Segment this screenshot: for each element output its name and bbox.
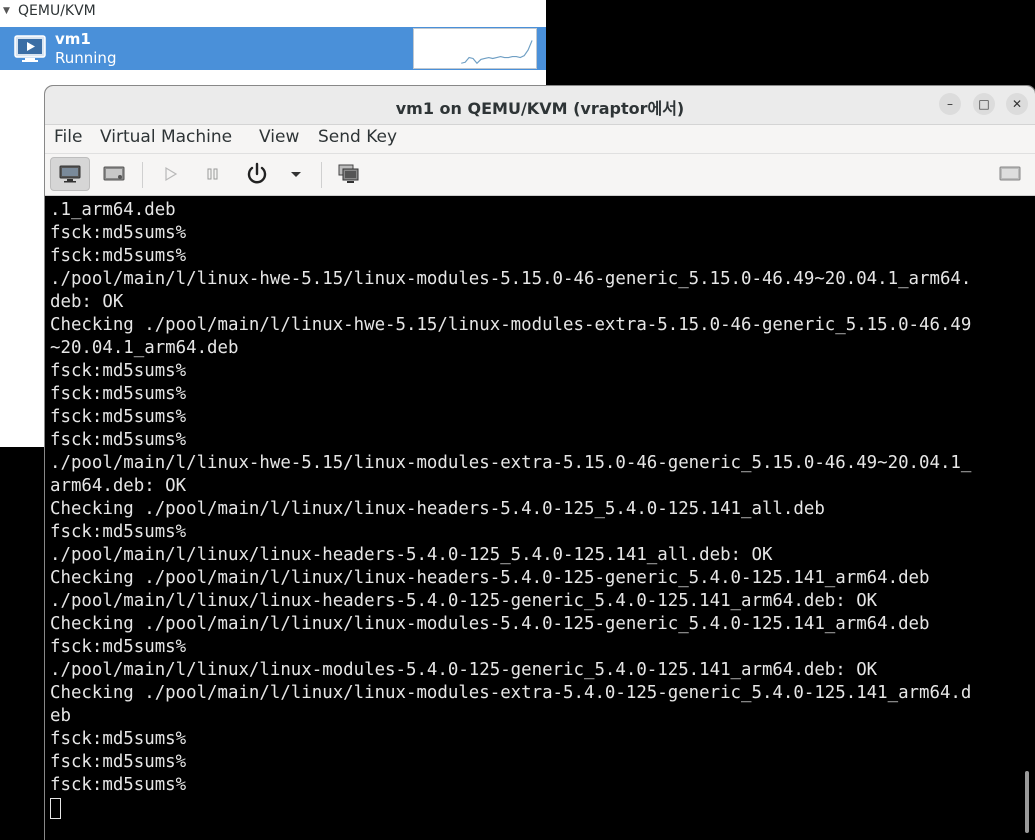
terminal-line: Checking ./pool/main/l/linux/linux-heade… [50,499,825,519]
terminal-line: fsck:md5sums% [50,407,187,427]
monitor-icon [14,35,46,62]
run-icon [165,166,178,182]
shutdown-button[interactable] [237,157,277,191]
menu-virtual-machine[interactable]: Virtual Machine [100,127,232,147]
terminal-prompt-line [50,797,1025,820]
terminal-line: ./pool/main/l/linux-hwe-5.15/linux-modul… [50,269,972,289]
fullscreen-button[interactable] [990,157,1030,191]
minimize-button[interactable]: – [939,93,961,115]
menu-file[interactable]: File [54,127,82,147]
terminal-line: fsck:md5sums% [50,637,187,657]
terminal-line: fsck:md5sums% [50,430,187,450]
fullscreen-icon [999,166,1021,181]
terminal-line: Checking ./pool/main/l/linux/linux-modul… [50,683,972,703]
terminal-line: Checking ./pool/main/l/linux/linux-modul… [50,614,930,634]
title-bar[interactable]: vm1 on QEMU/KVM (vraptor에서) – □ ✕ [45,86,1035,125]
cpu-usage-graph [413,28,537,69]
terminal-line: fsck:md5sums% [50,223,187,243]
vm-console-window: vm1 on QEMU/KVM (vraptor에서) – □ ✕ File V… [45,86,1035,840]
terminal-line: fsck:md5sums% [50,361,187,381]
menu-send-key[interactable]: Send Key [318,127,397,147]
vm-display[interactable]: .1_arm64.deb fsck:md5sums% fsck:md5sums% ./… [45,196,1035,840]
terminal-line: fsck:md5sums% [50,522,187,542]
details-icon [103,166,125,181]
dropdown-arrow-icon [291,172,301,177]
maximize-button[interactable]: □ [973,93,995,115]
terminal-line: ./pool/main/l/linux-hwe-5.15/linux-modul… [50,453,972,473]
terminal-line: eb [50,706,71,726]
run-button[interactable] [150,157,190,191]
terminal-line: .1_arm64.deb [50,200,176,220]
expander-icon[interactable]: ▼ [3,0,10,22]
terminal-line: fsck:md5sums% [50,246,187,266]
snapshots-icon [338,164,359,183]
menu-view[interactable]: View [259,127,299,147]
terminal-line: fsck:md5sums% [50,775,187,795]
console-icon [59,165,81,183]
snapshots-button[interactable] [329,157,369,191]
close-icon: ✕ [1011,97,1023,111]
terminal-output: .1_arm64.deb fsck:md5sums% fsck:md5sums% ./… [50,199,1025,820]
vm-list-row[interactable]: vm1 Running [0,27,546,70]
pause-button[interactable] [193,157,233,191]
terminal-line: Checking ./pool/main/l/linux-hwe-5.15/li… [50,315,972,335]
terminal-line: ~20.04.1_arm64.deb [50,338,239,358]
pause-icon [207,168,218,180]
toolbar-separator [321,162,322,188]
connection-group-row[interactable]: ▼ QEMU/KVM [0,0,546,24]
window-title: vm1 on QEMU/KVM (vraptor에서) [395,99,685,118]
text-cursor [50,798,61,819]
shutdown-menu-button[interactable] [281,157,311,191]
terminal-line: deb: OK [50,292,124,312]
terminal-line: ./pool/main/l/linux/linux-headers-5.4.0-… [50,545,773,565]
terminal-line: arm64.deb: OK [50,476,187,496]
vm-status: Running [55,49,117,67]
terminal-line: fsck:md5sums% [50,752,187,772]
power-icon [247,162,267,184]
console-view-button[interactable] [50,157,90,191]
terminal-line: Checking ./pool/main/l/linux/linux-heade… [50,568,930,588]
minimize-icon: – [947,97,953,111]
toolbar-separator [142,162,143,188]
details-view-button[interactable] [94,157,134,191]
toolbar [45,154,1035,196]
vm-name: vm1 [55,30,91,48]
menu-bar: File Virtual Machine View Send Key [45,125,1035,154]
terminal-line: fsck:md5sums% [50,729,187,749]
terminal-line: fsck:md5sums% [50,384,187,404]
connection-label: QEMU/KVM [18,3,96,19]
maximize-icon: □ [978,97,990,111]
terminal-line: ./pool/main/l/linux/linux-headers-5.4.0-… [50,591,878,611]
close-button[interactable]: ✕ [1006,93,1028,115]
terminal-line: ./pool/main/l/linux/linux-modules-5.4.0-… [50,660,878,680]
scrollbar[interactable] [1025,771,1029,833]
